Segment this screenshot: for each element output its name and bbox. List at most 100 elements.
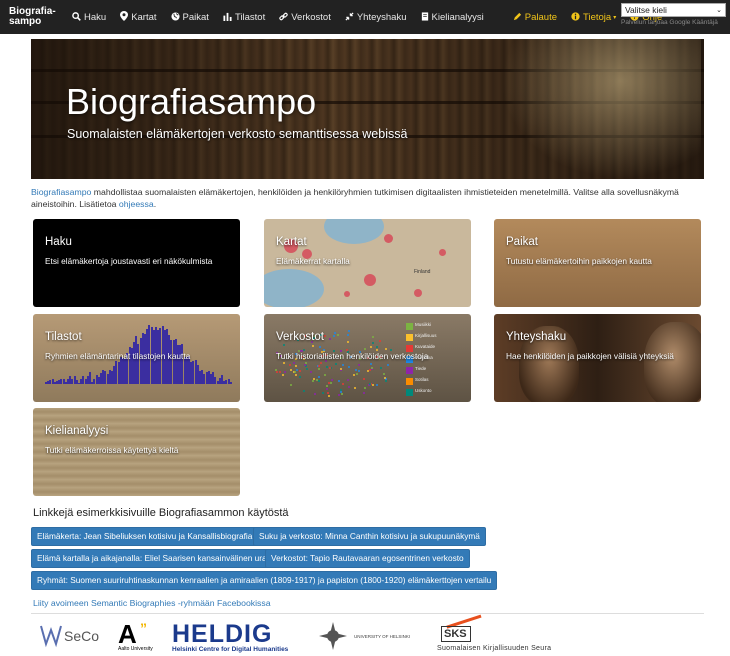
language-select-value: Valitse kieli: [625, 5, 667, 15]
nav-tietoja[interactable]: Tietoja ▾: [564, 0, 623, 34]
network-node: [384, 347, 387, 350]
network-node: [326, 387, 329, 390]
network-node: [276, 370, 279, 373]
legend-item: Sotilas: [406, 377, 466, 386]
network-node: [386, 363, 389, 366]
seco-logo[interactable]: SeCo: [40, 622, 110, 652]
network-node: [353, 387, 356, 390]
heldig-logo[interactable]: HELDIG Helsinki Centre for Digital Human…: [172, 622, 292, 654]
tile-verkostot[interactable]: Musiikki Kirjallisuus Kuvataide Politiik…: [264, 314, 471, 402]
hero-title: Biografiasampo: [66, 81, 317, 122]
tile-description: Tutki historiallisten henkilöiden verkos…: [276, 351, 429, 361]
network-node: [334, 331, 337, 334]
network-node: [294, 374, 297, 377]
nav-label: Yhteyshaku: [356, 11, 407, 23]
tile-kartat[interactable]: Finland Kartat Elämäkerrat kartalla: [264, 219, 471, 307]
network-node: [333, 334, 336, 337]
example-button-canth[interactable]: Suku ja verkosto: Minna Canthin kotisivu…: [253, 527, 486, 546]
network-node: [290, 384, 293, 387]
network-node: [364, 386, 367, 389]
tile-kielianalyysi[interactable]: Kielianalyysi Tutki elämäkerroissa käyte…: [33, 408, 240, 496]
network-node: [336, 334, 339, 337]
network-node: [323, 374, 326, 377]
tile-title: Paikat: [506, 236, 538, 248]
network-node: [310, 371, 313, 374]
nav-kartat[interactable]: Kartat: [113, 0, 163, 34]
legend-item: Kirjallisuus: [406, 333, 466, 342]
network-node: [378, 340, 381, 343]
network-node: [294, 371, 297, 374]
example-button-saarinen[interactable]: Elämä kartalla ja aikajanalla: Eliel Saa…: [31, 549, 273, 568]
map-dot: [439, 249, 446, 256]
map-water: [324, 219, 384, 244]
network-node: [317, 380, 320, 383]
network-node: [322, 391, 325, 394]
example-button-rautavaara[interactable]: Verkostot: Tapio Rautavaaran egosentrine…: [265, 549, 470, 568]
sks-logo[interactable]: SKS Suomalaisen Kirjallisuuden Seura: [437, 614, 577, 654]
facebook-group-link[interactable]: Liity avoimeen Semantic Biographies -ryh…: [33, 598, 271, 608]
tile-description: Etsi elämäkertoja joustavasti eri näköku…: [45, 256, 213, 266]
network-node: [293, 361, 296, 364]
network-node: [380, 366, 383, 369]
network-node: [334, 362, 337, 365]
tile-yhteyshaku[interactable]: Yhteyshaku Hae henkilöiden ja paikkojen …: [494, 314, 701, 402]
brand-link[interactable]: Biografiasampo: [31, 187, 91, 197]
network-node: [357, 370, 360, 373]
network-node: [325, 365, 328, 368]
aalto-logo[interactable]: A ” Aalto University: [118, 620, 158, 652]
network-node: [370, 346, 373, 349]
network-node: [341, 392, 343, 395]
network-node: [329, 366, 332, 369]
network-node: [342, 382, 345, 385]
network-node: [372, 383, 375, 386]
network-node: [352, 374, 355, 377]
university-of-helsinki-logo[interactable]: UNIVERSITY OF HELSINKI: [316, 620, 416, 652]
aalto-text: Aalto University: [118, 646, 153, 652]
hero-subtitle: Suomalaisten elämäkertojen verkosto sema…: [67, 127, 408, 141]
nav-label: Haku: [84, 11, 107, 23]
tile-paikat[interactable]: Paikat Tutustu elämäkertoihin paikkojen …: [494, 219, 701, 307]
network-node: [385, 380, 388, 383]
network-node: [317, 368, 320, 371]
tile-haku[interactable]: Haku Etsi elämäkertoja joustavasti eri n…: [33, 219, 240, 307]
map-dot: [414, 289, 422, 297]
network-node: [371, 335, 374, 338]
nav-verkostot[interactable]: Verkostot: [272, 0, 338, 34]
map-dot: [384, 234, 393, 243]
map-water: [264, 269, 324, 307]
language-select[interactable]: Valitse kieli ⌄: [621, 3, 726, 17]
sks-box: SKS: [441, 626, 471, 642]
network-node: [371, 368, 374, 371]
nav-label: Tietoja: [583, 11, 612, 23]
network-node: [356, 373, 359, 376]
nav-tilastot[interactable]: Tilastot: [216, 0, 272, 34]
network-node: [355, 369, 358, 372]
example-button-groups[interactable]: Ryhmät: Suomen suuriruhtinaskunnan kenra…: [31, 571, 498, 590]
nav-label: Kielianalyysi: [431, 11, 484, 23]
tile-tilastot[interactable]: Tilastot Ryhmien elämäntarinat tilastoje…: [33, 314, 240, 402]
nav-paikat[interactable]: Paikat: [164, 0, 216, 34]
tile-title: Haku: [45, 236, 72, 248]
network-node: [327, 391, 330, 394]
nav-yhteyshaku[interactable]: Yhteyshaku: [338, 0, 414, 34]
network-node: [362, 391, 365, 394]
nav-haku[interactable]: Haku: [64, 0, 113, 34]
info-icon: [571, 11, 580, 23]
network-node: [369, 368, 371, 371]
nav-palaute[interactable]: Palaute: [506, 0, 564, 34]
brand-logo[interactable]: Biografia-sampo: [0, 0, 60, 34]
nav-kielianalyysi[interactable]: Kielianalyysi: [414, 0, 491, 34]
tile-title: Tilastot: [45, 331, 82, 343]
example-button-sibelius[interactable]: Elämäkerta: Jean Sibeliuksen kotisivu ja…: [31, 527, 259, 546]
legend-item: Musiikki: [406, 322, 466, 331]
help-link[interactable]: ohjeessa: [119, 199, 154, 209]
powered-by-google: Palvelun tarjoaa Google Kääntäjä: [621, 19, 718, 26]
network-node: [295, 368, 298, 371]
hero-light: [501, 39, 701, 179]
network-node: [314, 392, 317, 395]
tile-description: Ryhmien elämäntarinat tilastojen kautta: [45, 351, 191, 361]
top-navbar: Biografia-sampo Haku Kartat Paikat Tilas…: [0, 0, 730, 34]
network-node: [340, 388, 343, 391]
map-marker-icon: [120, 11, 129, 23]
network-node: [339, 391, 342, 394]
